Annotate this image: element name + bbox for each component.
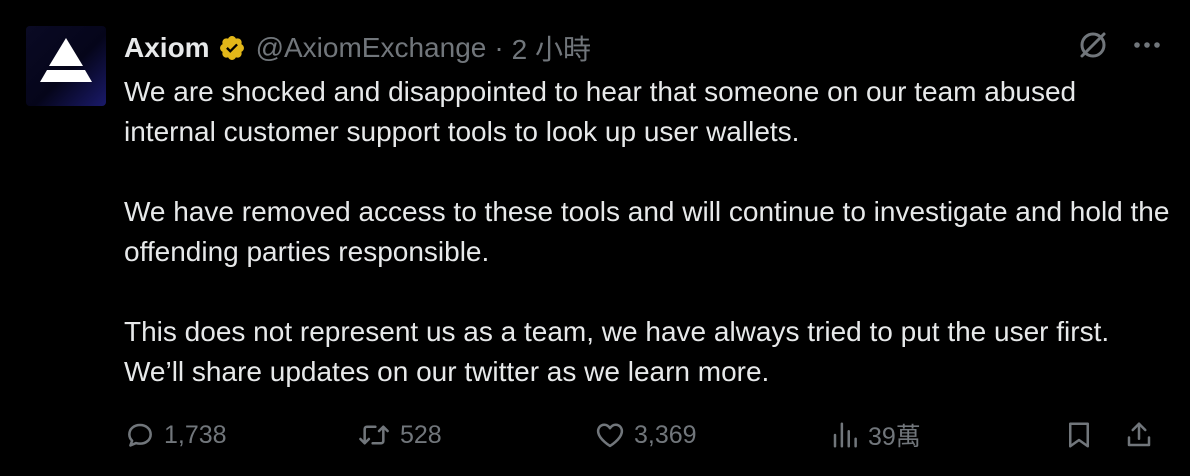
tweet-body: We are shocked and disappointed to hear … (124, 72, 1174, 392)
tweet-paragraph: We are shocked and disappointed to hear … (124, 76, 1077, 147)
reply-button[interactable]: 1,738 (124, 419, 227, 451)
verified-badge-icon[interactable] (218, 34, 246, 62)
top-actions (1076, 28, 1162, 62)
tweet-paragraph: We have removed access to these tools an… (124, 196, 1170, 267)
reply-count: 1,738 (164, 420, 227, 449)
repost-button[interactable]: 528 (356, 419, 442, 451)
views-count: 39萬 (868, 423, 921, 451)
action-bar: 1,738 528 3,369 39萬 (124, 412, 1164, 458)
heart-icon (596, 423, 624, 448)
axiom-logo (26, 26, 106, 106)
repost-count: 528 (400, 420, 442, 449)
author-handle[interactable]: @AxiomExchange (256, 32, 487, 64)
grok-icon[interactable] (1076, 28, 1110, 62)
tweet-header: Axiom @AxiomExchange · 2 小時 (124, 28, 591, 68)
repost-icon (359, 425, 389, 445)
tweet-card[interactable]: Axiom @AxiomExchange · 2 小時 We are shock… (0, 0, 1190, 476)
like-button[interactable]: 3,369 (594, 419, 697, 451)
bookmark-icon (1069, 422, 1089, 448)
author-name[interactable]: Axiom (124, 32, 210, 64)
views-button[interactable]: 39萬 (830, 417, 921, 453)
views-icon (833, 422, 857, 448)
bookmark-button[interactable] (1064, 419, 1094, 451)
separator-dot: · (494, 32, 504, 63)
share-icon (1127, 422, 1151, 447)
tweet-paragraph: This does not represent us as a team, we… (124, 316, 1110, 387)
like-count: 3,369 (634, 420, 697, 449)
avatar[interactable] (26, 26, 106, 106)
reply-icon (128, 423, 152, 447)
more-icon[interactable] (1132, 30, 1162, 60)
share-button[interactable] (1124, 419, 1154, 451)
timestamp[interactable]: 2 小時 (512, 28, 591, 68)
